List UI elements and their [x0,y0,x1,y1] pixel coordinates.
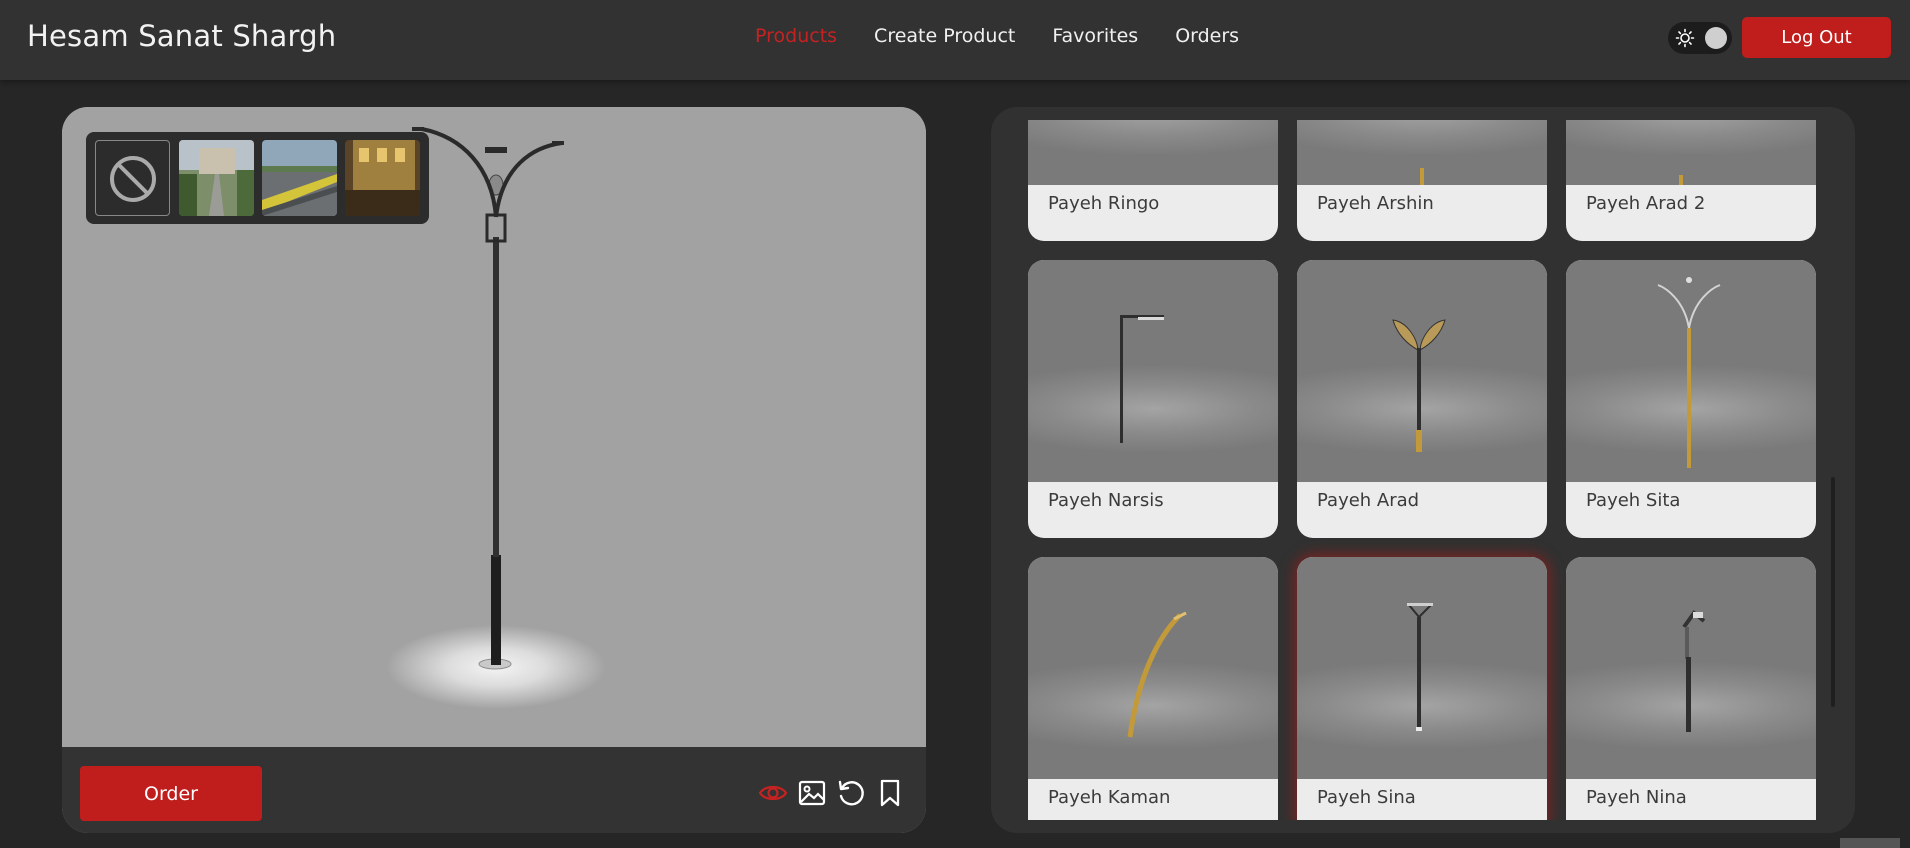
product-image [1028,260,1278,482]
product-name: Payeh Narsis [1048,490,1164,511]
product-name: Payeh Nina [1586,787,1687,808]
nav-products[interactable]: Products [755,25,837,47]
product-image [1297,260,1547,482]
brand-title: Hesam Sanat Shargh [27,19,337,53]
product-image [1297,120,1547,185]
product-name: Payeh Kaman [1048,787,1171,808]
image-icon[interactable] [798,779,826,807]
toggle-knob [1705,27,1727,49]
logout-button[interactable]: Log Out [1742,17,1891,58]
product-catalog: Payeh Ringo Payeh Arshin Payeh Arad 2 Pa… [991,107,1855,833]
product-name: Payeh Ringo [1048,193,1160,214]
product-card-payeh-sina[interactable]: Payeh Sina [1297,557,1547,820]
product-card-payeh-sita[interactable]: Payeh Sita [1566,260,1816,538]
reset-icon[interactable] [837,779,865,807]
product-card-payeh-ringo[interactable]: Payeh Ringo [1028,120,1278,241]
eye-icon[interactable] [759,779,787,807]
bookmark-icon[interactable] [876,779,904,807]
product-name: Payeh Arshin [1317,193,1434,214]
night-street-image [345,140,420,216]
corner-tab [1840,838,1900,848]
product-viewer: Order [62,107,926,833]
product-name: Payeh Arad 2 [1586,193,1706,214]
main-nav: Products Create Product Favorites Orders [755,25,1276,47]
product-card-payeh-kaman[interactable]: Payeh Kaman [1028,557,1278,820]
theme-toggle[interactable] [1668,22,1732,54]
product-image [1028,557,1278,779]
order-button[interactable]: Order [80,766,262,821]
viewer-toolbar: Order [62,747,926,833]
courtyard-image [179,140,254,216]
highway-image [262,140,337,216]
product-card-payeh-arad-2[interactable]: Payeh Arad 2 [1566,120,1816,241]
catalog-scrollbar[interactable] [1831,477,1835,707]
environment-selector [86,132,429,224]
nav-orders[interactable]: Orders [1175,25,1239,47]
env-highway-thumb[interactable] [262,140,337,216]
product-image [1566,557,1816,779]
product-image [1297,557,1547,779]
product-name: Payeh Sina [1317,787,1416,808]
product-name: Payeh Arad [1317,490,1420,511]
env-courtyard-thumb[interactable] [179,140,254,216]
sun-icon [1675,28,1695,48]
none-icon [110,156,156,202]
env-night-street-thumb[interactable] [345,140,420,216]
env-none-thumb[interactable] [95,140,170,216]
top-header: Hesam Sanat Shargh Products Create Produ… [0,0,1910,80]
product-card-payeh-nina[interactable]: Payeh Nina [1566,557,1816,820]
product-image [1566,120,1816,185]
nav-favorites[interactable]: Favorites [1052,25,1138,47]
product-card-payeh-narsis[interactable]: Payeh Narsis [1028,260,1278,538]
product-card-payeh-arad[interactable]: Payeh Arad [1297,260,1547,538]
product-name: Payeh Sita [1586,490,1681,511]
product-card-payeh-arshin[interactable]: Payeh Arshin [1297,120,1547,241]
product-image [1028,120,1278,185]
product-grid[interactable]: Payeh Ringo Payeh Arshin Payeh Arad 2 Pa… [991,120,1855,820]
product-image [1566,260,1816,482]
nav-create-product[interactable]: Create Product [874,25,1015,47]
